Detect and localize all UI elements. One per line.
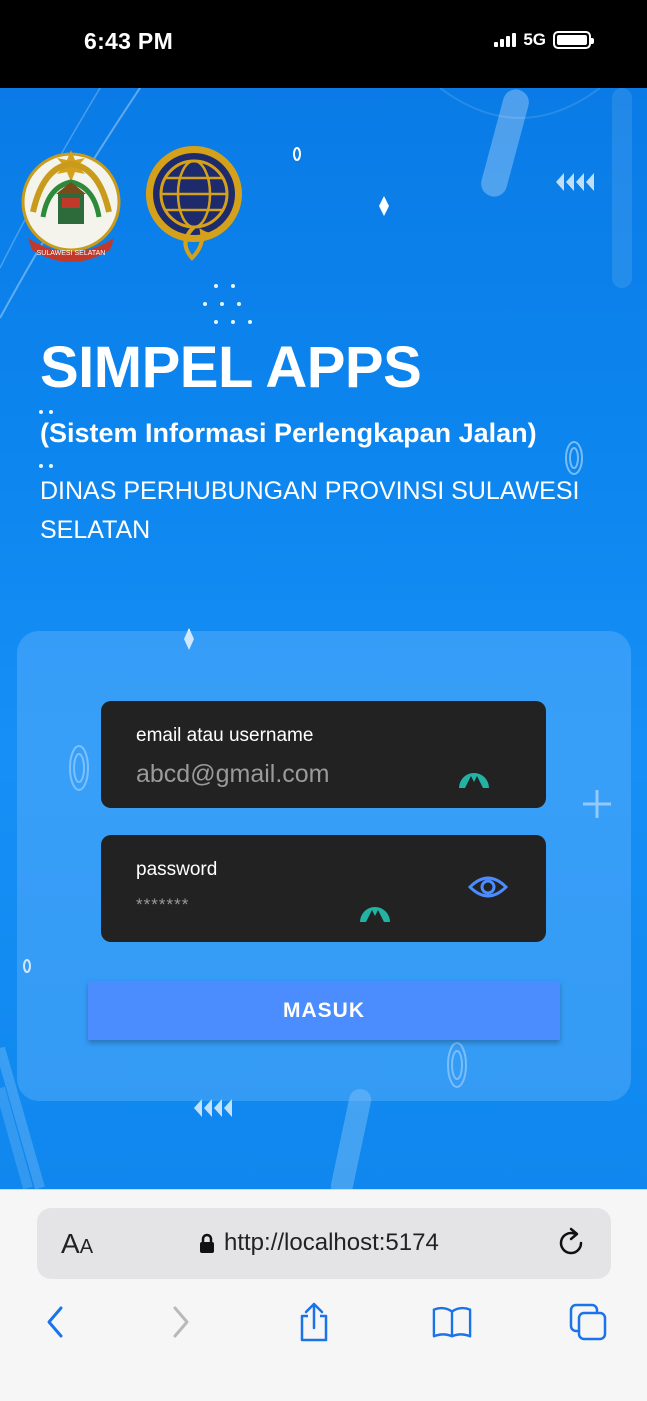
password-field[interactable]: password ******* xyxy=(101,835,546,942)
back-button[interactable] xyxy=(35,1302,75,1342)
password-input[interactable]: ******* xyxy=(136,895,189,915)
status-time: 6:43 PM xyxy=(84,28,174,54)
email-field[interactable]: email atau username abcd@gmail.com xyxy=(101,701,546,808)
svg-text:SULAWESI SELATAN: SULAWESI SELATAN xyxy=(37,250,106,257)
share-icon xyxy=(300,1302,328,1342)
chevron-right-icon xyxy=(173,1306,189,1338)
login-card: email atau username abcd@gmail.com passw… xyxy=(17,631,631,1101)
forward-button[interactable] xyxy=(161,1302,201,1342)
network-type: 5G xyxy=(523,30,546,49)
email-label: email atau username xyxy=(136,725,314,746)
tabs-button[interactable] xyxy=(568,1302,608,1342)
book-icon xyxy=(432,1306,472,1338)
chevron-left-icon xyxy=(47,1306,63,1338)
sulawesi-selatan-emblem: SULAWESI SELATAN xyxy=(21,150,121,262)
text-size-button[interactable]: AA xyxy=(61,1228,93,1260)
browser-toolbar: AA http://localhost:5174 xyxy=(0,1189,647,1401)
status-indicators: 5G xyxy=(494,30,594,50)
dishub-emblem xyxy=(145,146,242,261)
address-bar[interactable]: AA http://localhost:5174 xyxy=(37,1208,611,1279)
password-manager-icon[interactable] xyxy=(358,896,392,922)
app-title: SIMPEL APPS xyxy=(40,335,422,400)
share-button[interactable] xyxy=(294,1302,334,1342)
url-display[interactable]: http://localhost:5174 xyxy=(200,1229,439,1257)
signal-icon xyxy=(494,33,517,47)
app-subtitle: (Sistem Informasi Perlengkapan Jalan) xyxy=(40,418,537,448)
agency-name: DINAS PERHUBUNGAN PROVINSI SULAWESI SELA… xyxy=(40,477,580,544)
password-label: password xyxy=(136,859,218,880)
lock-icon xyxy=(200,1233,214,1253)
tabs-icon xyxy=(569,1303,607,1341)
email-input[interactable]: abcd@gmail.com xyxy=(136,760,330,789)
show-password-icon[interactable] xyxy=(468,873,508,901)
bookmarks-button[interactable] xyxy=(432,1302,472,1342)
battery-icon xyxy=(553,31,594,49)
reload-icon[interactable] xyxy=(555,1227,587,1259)
url-text: http://localhost:5174 xyxy=(224,1229,439,1256)
logos: SULAWESI SELATAN xyxy=(18,142,246,268)
status-bar: 6:43 PM 5G xyxy=(0,0,647,88)
login-button[interactable]: MASUK xyxy=(88,981,560,1040)
hero-background: SULAWESI SELATAN SIMPEL APPS (Sistem Inf… xyxy=(0,88,647,1189)
password-manager-icon[interactable] xyxy=(457,762,491,788)
